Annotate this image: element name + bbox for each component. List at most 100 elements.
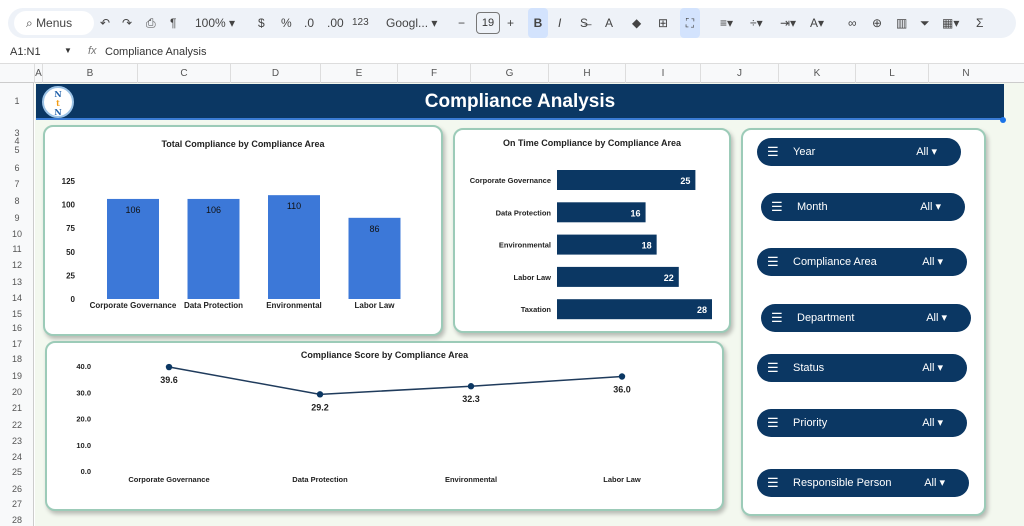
row-header[interactable]: 17 bbox=[0, 339, 34, 349]
x-tick-label: Corporate Governance bbox=[128, 475, 209, 484]
row-header[interactable]: 12 bbox=[0, 260, 34, 270]
row-header[interactable]: 28 bbox=[0, 515, 34, 525]
font-size-increase[interactable]: + bbox=[507, 8, 514, 38]
column-header[interactable]: G bbox=[470, 64, 548, 83]
filter-responsible-person[interactable]: ☰ Responsible Person All ▾ bbox=[757, 469, 969, 497]
rotate-icon[interactable]: A▾ bbox=[810, 8, 824, 38]
filter-year[interactable]: ☰ Year All ▾ bbox=[757, 138, 961, 166]
row-header[interactable]: 19 bbox=[0, 371, 34, 381]
y-tick-label: Corporate Governance bbox=[470, 176, 551, 185]
filter-value-dropdown[interactable]: All ▾ bbox=[922, 248, 943, 276]
row-header[interactable]: 22 bbox=[0, 420, 34, 430]
bold-button[interactable]: B bbox=[528, 8, 548, 38]
column-header[interactable]: B bbox=[42, 64, 137, 83]
text-color-button[interactable]: A bbox=[605, 8, 613, 38]
column-header[interactable]: D bbox=[230, 64, 320, 83]
row-header[interactable]: 26 bbox=[0, 484, 34, 494]
filter-priority[interactable]: ☰ Priority All ▾ bbox=[757, 409, 967, 437]
undo-icon[interactable]: ↶ bbox=[100, 8, 110, 38]
name-box-dropdown[interactable]: ▼ bbox=[64, 46, 72, 55]
font-size-decrease[interactable]: − bbox=[458, 8, 465, 38]
row-header[interactable]: 11 bbox=[0, 244, 34, 254]
row-header[interactable]: 5 bbox=[0, 145, 34, 155]
filter-label: Compliance Area bbox=[793, 256, 877, 268]
currency-button[interactable]: $ bbox=[258, 8, 265, 38]
more-formats-button[interactable]: 123 bbox=[352, 8, 369, 38]
increase-decimal-button[interactable]: .00 bbox=[327, 8, 344, 38]
total-compliance-chart: Total Compliance by Compliance Area 0 25 5… bbox=[43, 125, 443, 336]
redo-icon[interactable]: ↷ bbox=[122, 8, 132, 38]
zoom-select[interactable]: 100% ▾ bbox=[195, 8, 235, 38]
borders-icon[interactable]: ⊞ bbox=[658, 8, 668, 38]
row-header[interactable]: 6 bbox=[0, 163, 34, 173]
data-label: 22 bbox=[664, 273, 674, 283]
wrap-icon[interactable]: ⇥▾ bbox=[780, 8, 796, 38]
column-header[interactable]: N bbox=[928, 64, 1003, 83]
italic-button[interactable]: I bbox=[558, 8, 561, 38]
filter-value-dropdown[interactable]: All ▾ bbox=[924, 469, 945, 497]
filter-value-dropdown[interactable]: All ▾ bbox=[920, 193, 941, 221]
align-icon[interactable]: ≡▾ bbox=[720, 8, 733, 38]
filter-department[interactable]: ☰ Department All ▾ bbox=[761, 304, 971, 332]
decrease-decimal-button[interactable]: .0 bbox=[304, 8, 314, 38]
data-label: 32.3 bbox=[462, 394, 480, 404]
formula-input[interactable]: Compliance Analysis bbox=[105, 46, 207, 58]
row-header[interactable]: 18 bbox=[0, 354, 34, 364]
row-header[interactable]: 20 bbox=[0, 387, 34, 397]
column-header[interactable]: F bbox=[397, 64, 470, 83]
row-header[interactable]: 14 bbox=[0, 293, 34, 303]
row-header[interactable]: 1 bbox=[0, 96, 34, 106]
font-select[interactable]: Googl... ▾ bbox=[386, 8, 437, 38]
font-size-input[interactable]: 19 bbox=[476, 12, 500, 34]
column-header[interactable]: H bbox=[548, 64, 625, 83]
menus-search[interactable]: ⌕ Menus bbox=[14, 11, 94, 35]
filter-value-dropdown[interactable]: All ▾ bbox=[922, 354, 943, 382]
functions-table-icon[interactable]: ▦▾ bbox=[942, 8, 959, 38]
print-icon[interactable]: ⎙ bbox=[146, 8, 156, 38]
row-header[interactable]: 24 bbox=[0, 452, 34, 462]
column-header[interactable]: L bbox=[855, 64, 928, 83]
row-header[interactable]: 21 bbox=[0, 403, 34, 413]
filter-icon: ☰ bbox=[767, 144, 779, 159]
row-header[interactable]: 9 bbox=[0, 213, 34, 223]
column-header[interactable]: C bbox=[137, 64, 230, 83]
row-header[interactable]: 27 bbox=[0, 499, 34, 509]
row-header[interactable]: 25 bbox=[0, 467, 34, 477]
row-header[interactable]: 13 bbox=[0, 277, 34, 287]
row-header[interactable]: 15 bbox=[0, 309, 34, 319]
valign-icon[interactable]: ÷▾ bbox=[750, 8, 763, 38]
y-tick-label: 40.0 bbox=[76, 362, 91, 371]
name-box[interactable]: A1:N1 bbox=[10, 46, 41, 58]
chart-icon[interactable]: ▥ bbox=[896, 8, 907, 38]
column-header[interactable]: I bbox=[625, 64, 700, 83]
filter-compliance-area[interactable]: ☰ Compliance Area All ▾ bbox=[757, 248, 967, 276]
filter-value-dropdown[interactable]: All ▾ bbox=[926, 304, 947, 332]
link-icon[interactable]: ∞ bbox=[848, 8, 857, 38]
paint-format-icon[interactable]: ¶ bbox=[170, 8, 176, 38]
chart-plot: 0.0 10.0 20.0 30.0 40.0 39.6 Corporate Governa… bbox=[76, 362, 641, 484]
row-header[interactable]: 7 bbox=[0, 179, 34, 189]
fill-color-icon[interactable]: ◆ bbox=[632, 8, 641, 38]
filter-status[interactable]: ☰ Status All ▾ bbox=[757, 354, 967, 382]
strikethrough-icon[interactable]: S̶ bbox=[580, 8, 588, 38]
column-header[interactable]: E bbox=[320, 64, 397, 83]
column-header[interactable]: A bbox=[34, 64, 42, 83]
selection-handle[interactable] bbox=[1000, 117, 1006, 123]
filter-icon[interactable]: ⏷ bbox=[920, 8, 930, 38]
filter-value-dropdown[interactable]: All ▾ bbox=[922, 409, 943, 437]
filter-month[interactable]: ☰ Month All ▾ bbox=[761, 193, 965, 221]
filter-value-dropdown[interactable]: All ▾ bbox=[916, 138, 937, 166]
compliance-score-chart: Compliance Score by Compliance Area 0.0 1… bbox=[45, 341, 724, 511]
row-header[interactable]: 23 bbox=[0, 436, 34, 446]
row-header[interactable]: 10 bbox=[0, 229, 34, 239]
column-header[interactable]: K bbox=[778, 64, 855, 83]
column-header[interactable]: J bbox=[700, 64, 778, 83]
percent-button[interactable]: % bbox=[281, 8, 292, 38]
x-tick-label: Environmental bbox=[266, 301, 322, 310]
merge-cells-icon[interactable]: ⛶ bbox=[680, 8, 700, 38]
sum-button[interactable]: Σ bbox=[976, 8, 983, 38]
comment-icon[interactable]: ⊕ bbox=[872, 8, 882, 38]
row-header[interactable]: 8 bbox=[0, 196, 34, 206]
row-header[interactable]: 16 bbox=[0, 323, 34, 333]
data-point bbox=[618, 373, 626, 380]
